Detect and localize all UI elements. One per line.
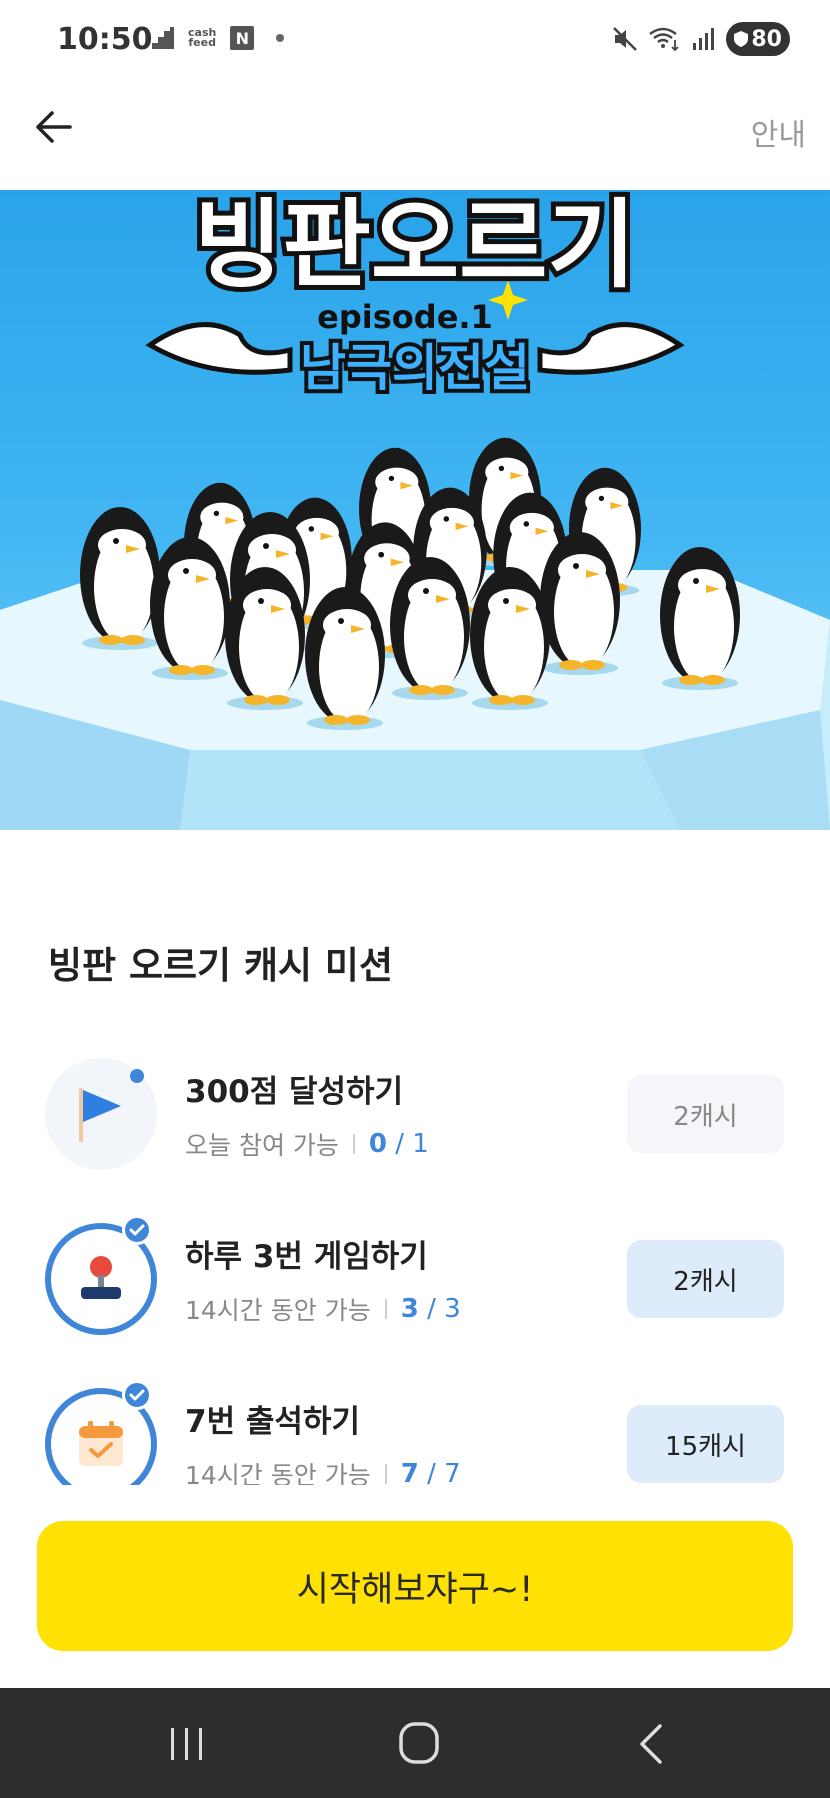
- mission-subtitle-row: 14시간 동안 가능 7 / 7: [185, 1456, 461, 1485]
- mission-title: 300점 달성하기: [185, 1074, 404, 1110]
- progress-total: 3: [444, 1294, 461, 1324]
- mission-item: 300점 달성하기 오늘 참여 가능 0 / 1 2캐시: [0, 1040, 830, 1170]
- check-icon: [122, 1380, 152, 1410]
- mission-subtitle: 14시간 동안 가능: [185, 1296, 371, 1325]
- check-icon: [122, 1215, 152, 1245]
- new-dot-icon: [130, 1069, 144, 1083]
- arrow-left-icon: [36, 111, 72, 143]
- back-nav-button[interactable]: [622, 1718, 682, 1770]
- game-banner: 빙판오르기 episode.1 남극의전설: [0, 190, 830, 830]
- reward-button[interactable]: 2캐시: [627, 1240, 784, 1318]
- mission-progress: 3 / 3: [401, 1294, 461, 1324]
- back-nav-icon: [640, 1724, 662, 1764]
- mission-subtitle-row: 오늘 참여 가능 0 / 1: [185, 1126, 429, 1162]
- banner-illustration: 빙판오르기 episode.1 남극의전설: [0, 190, 830, 830]
- wifi-icon: [649, 27, 680, 52]
- progress-separator: /: [427, 1459, 436, 1485]
- mute-icon: [613, 27, 638, 51]
- mission-title: 7번 출석하기: [185, 1404, 360, 1440]
- progress-total: 7: [444, 1459, 461, 1485]
- signal-icon: [693, 28, 715, 50]
- back-button[interactable]: [30, 102, 80, 152]
- status-time: 10:50: [57, 22, 153, 57]
- status-left-icons: cash feed N: [152, 26, 285, 50]
- banner-title: 빙판오르기: [194, 190, 636, 301]
- system-nav-bar: [0, 1688, 830, 1798]
- progress-current: 7: [400, 1459, 419, 1485]
- mission-item: 7번 출석하기 14시간 동안 가능 7 / 7 15캐시: [0, 1370, 830, 1485]
- divider: [384, 1299, 387, 1319]
- recent-apps-button[interactable]: [157, 1718, 217, 1770]
- reward-button[interactable]: 2캐시: [627, 1075, 784, 1153]
- home-button[interactable]: [389, 1718, 449, 1770]
- divider: [352, 1134, 355, 1154]
- battery-icon: 80: [726, 22, 790, 56]
- progress-current: 3: [400, 1294, 419, 1324]
- staircase-icon: [152, 27, 174, 49]
- naver-icon: N: [230, 26, 255, 50]
- banner-episode: episode.1: [317, 298, 493, 336]
- flag-icon: [79, 1088, 121, 1142]
- cashfeed-icon: cash feed: [188, 27, 216, 49]
- recent-apps-icon: [171, 1728, 202, 1760]
- mission-subtitle: 오늘 참여 가능: [185, 1131, 339, 1160]
- reward-button[interactable]: 15캐시: [627, 1405, 784, 1483]
- mission-item: 하루 3번 게임하기 14시간 동안 가능 3 / 3 2캐시: [0, 1205, 830, 1335]
- battery-level: 80: [751, 26, 782, 52]
- section-title: 빙판 오르기 캐시 미션: [48, 944, 394, 987]
- shield-icon: [734, 31, 749, 47]
- dot-icon: [276, 34, 285, 42]
- mission-title: 하루 3번 게임하기: [185, 1239, 428, 1275]
- guide-link[interactable]: 안내: [751, 110, 806, 154]
- mission-list: 300점 달성하기 오늘 참여 가능 0 / 1 2캐시 하루 3번 게임하기 …: [0, 1040, 830, 1485]
- progress-current: 0: [368, 1129, 387, 1159]
- banner-subtitle: 남극의전설: [300, 339, 530, 397]
- progress-total: 1: [412, 1129, 429, 1159]
- mission-subtitle-row: 14시간 동안 가능 3 / 3: [185, 1291, 461, 1327]
- home-icon: [399, 1722, 439, 1764]
- mission-subtitle: 14시간 동안 가능: [185, 1461, 371, 1485]
- start-game-button[interactable]: 시작해보쟈구~!: [37, 1521, 793, 1651]
- header: 안내: [0, 80, 830, 190]
- cashfeed-line2: feed: [188, 36, 216, 49]
- progress-separator: /: [427, 1294, 436, 1324]
- status-bar: 10:50 cash feed N 80: [0, 0, 830, 80]
- joystick-icon: [81, 1256, 121, 1299]
- status-right-icons: 80: [612, 22, 790, 56]
- mission-progress: 7 / 7: [401, 1459, 461, 1485]
- calendar-check-icon: [79, 1421, 123, 1466]
- progress-separator: /: [395, 1129, 405, 1159]
- mission-progress: 0 / 1: [369, 1129, 429, 1159]
- divider: [384, 1464, 387, 1484]
